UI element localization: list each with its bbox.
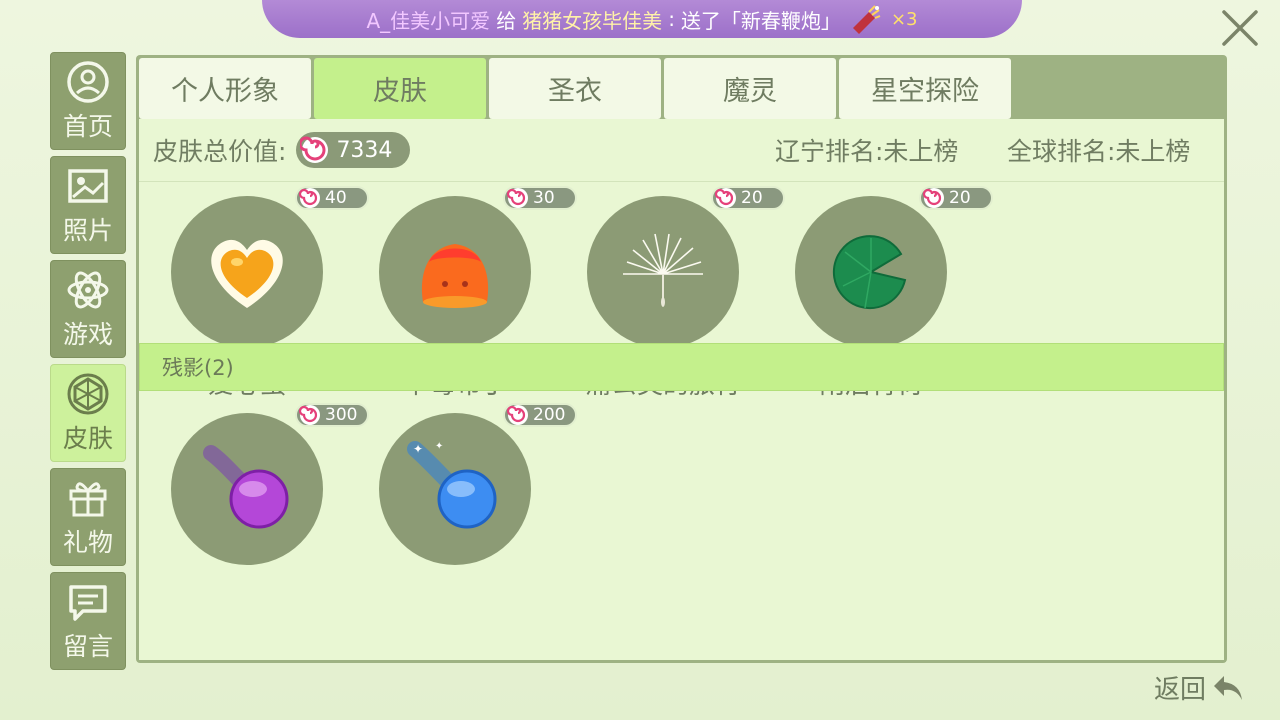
price-value: 40: [325, 188, 347, 208]
tab-space-explore[interactable]: 星空探险: [839, 58, 1011, 119]
svg-text:✦: ✦: [413, 442, 423, 456]
nav-gifts[interactable]: 礼物: [50, 468, 126, 566]
skin-summary: 皮肤总价值: 7334 辽宁排名:未上榜 全球排名:未上榜: [139, 119, 1224, 182]
nav-photos-label: 照片: [62, 216, 113, 245]
tab-holy-robe[interactable]: 圣衣: [489, 58, 661, 119]
return-arrow-icon: [1214, 675, 1242, 700]
photo-icon: [68, 169, 108, 203]
nav-home[interactable]: 首页: [50, 52, 126, 150]
nav-messages[interactable]: 留言: [50, 572, 126, 670]
nav-messages-label: 留言: [62, 632, 113, 661]
price-badge: 200: [503, 403, 578, 427]
section-header-trails[interactable]: 残影(2): [139, 343, 1224, 391]
skin-icon: [67, 373, 109, 415]
svg-text:✦: ✦: [435, 441, 443, 452]
tab-skin[interactable]: 皮肤: [314, 58, 486, 119]
total-label: 皮肤总价值:: [153, 137, 287, 166]
candy-icon: [300, 136, 329, 163]
skin-content[interactable]: 皮肤总价值: 7334 辽宁排名:未上榜 全球排名:未上榜 40 30 20 2…: [139, 119, 1224, 660]
message-icon: [69, 585, 107, 621]
atom-icon: [67, 271, 109, 309]
trail-item-circle[interactable]: [171, 413, 323, 565]
total-value-badge: 7334: [296, 132, 411, 168]
nav-home-label: 首页: [62, 112, 113, 141]
lotus-leaf-icon: [832, 235, 907, 310]
price-value: 20: [741, 188, 763, 208]
skin-item-circle[interactable]: [587, 196, 739, 348]
nav-games[interactable]: 游戏: [50, 260, 126, 358]
marquee-receiver: 猪猪女孩毕佳美: [522, 8, 663, 33]
marquee-colon: :: [668, 7, 675, 31]
gift-icon: [69, 482, 107, 517]
skin-item-circle[interactable]: [795, 196, 947, 348]
price-value: 20: [949, 188, 971, 208]
purple-trail-icon: [203, 445, 289, 529]
price-badge: 20: [919, 186, 993, 210]
home-icon: [67, 61, 109, 103]
nav-games-label: 游戏: [62, 320, 113, 349]
skin-item-circle[interactable]: [171, 196, 323, 348]
candy-icon: [923, 188, 944, 208]
candy-icon: [715, 188, 736, 208]
tab-bar: 个人形象 皮肤 圣衣 魔灵 星空探险: [139, 58, 1224, 119]
marquee-give-word: 给: [496, 8, 517, 33]
price-value: 30: [533, 188, 555, 208]
dandelion-icon: [623, 233, 703, 307]
skin-item-circle[interactable]: [379, 196, 531, 348]
marquee-action: 送了「新春鞭炮」: [680, 8, 841, 33]
nav-skins-label: 皮肤: [62, 424, 113, 453]
blue-trail-icon: ✦ ✦: [407, 441, 497, 529]
candy-icon: [299, 188, 320, 208]
back-button[interactable]: 返回: [1154, 669, 1246, 706]
nav-gifts-label: 礼物: [62, 528, 113, 557]
back-label: 返回: [1153, 675, 1206, 705]
trail-item-circle[interactable]: ✦ ✦: [379, 413, 531, 565]
candy-icon: [299, 405, 320, 425]
candy-icon: [507, 405, 528, 425]
pudding-icon: [421, 244, 489, 308]
nav-photos[interactable]: 照片: [50, 156, 126, 254]
trail-item[interactable]: 300: [139, 403, 370, 625]
total-value: 7334: [336, 137, 393, 163]
local-rank: 辽宁排名:未上榜: [775, 137, 959, 166]
tab-spirit[interactable]: 魔灵: [664, 58, 836, 119]
candy-icon: [507, 188, 528, 208]
gift-marquee: A_佳美小可爱 给 猪猪女孩毕佳美: 送了「新春鞭炮」 ×3: [262, 0, 1022, 38]
trail-grid: 300 ✦ ✦ 200: [139, 403, 1224, 645]
section-label: 残影(2): [162, 356, 234, 380]
global-rank: 全球排名:未上榜: [1007, 137, 1191, 166]
heart-egg-icon: [211, 239, 283, 308]
firework-icon: [852, 5, 881, 34]
marquee-sender: A_佳美小可爱: [366, 8, 491, 33]
marquee-count: ×3: [890, 8, 918, 30]
price-value: 200: [533, 405, 566, 425]
close-icon[interactable]: [1218, 6, 1262, 50]
skin-panel: 个人形象 皮肤 圣衣 魔灵 星空探险 皮肤总价值: 7334 辽宁排名:未上榜 …: [136, 55, 1227, 663]
side-nav: 首页 照片 游戏 皮肤 礼物 留言: [50, 52, 128, 676]
tab-avatar[interactable]: 个人形象: [139, 58, 311, 119]
trail-item[interactable]: ✦ ✦ 200: [347, 403, 578, 625]
nav-skins[interactable]: 皮肤: [50, 364, 126, 462]
